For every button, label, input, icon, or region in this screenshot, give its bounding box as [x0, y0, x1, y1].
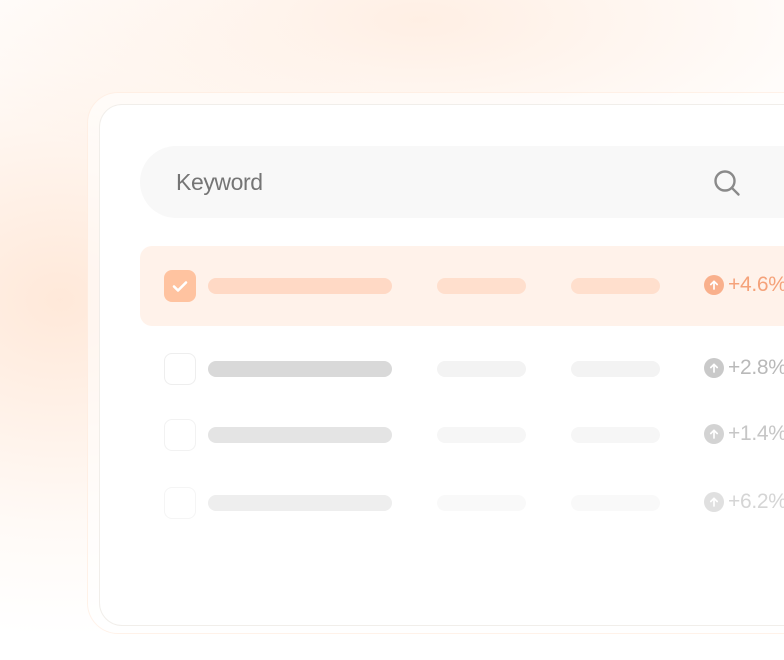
metric-placeholder [571, 495, 660, 511]
search-icon[interactable] [712, 168, 742, 198]
keyword-name-placeholder [208, 361, 392, 377]
keyword-name-placeholder [208, 495, 392, 511]
keyword-row[interactable]: +6.2% [140, 463, 784, 543]
row-checkbox-checked[interactable] [164, 270, 196, 302]
arrow-up-icon [704, 275, 724, 295]
keyword-name-placeholder [208, 278, 392, 294]
row-checkbox[interactable] [164, 487, 196, 519]
metric-placeholder [437, 495, 526, 511]
arrow-up-icon [704, 492, 724, 512]
change-text: +2.8% [728, 356, 784, 379]
metric-placeholder [571, 361, 660, 377]
check-icon [172, 281, 188, 292]
metric-placeholder [437, 361, 526, 377]
change-value: +2.8% [704, 356, 784, 380]
keyword-name-placeholder [208, 427, 392, 443]
arrow-up-icon [704, 424, 724, 444]
row-checkbox[interactable] [164, 353, 196, 385]
change-value: +1.4% [704, 422, 784, 446]
metric-placeholder [437, 427, 526, 443]
keyword-row[interactable]: +4.6% [140, 246, 784, 326]
change-text: +1.4% [728, 422, 784, 445]
change-text: +6.2% [728, 490, 784, 513]
change-value: +6.2% [704, 490, 784, 514]
search-bar[interactable] [140, 146, 784, 218]
keyword-panel-stage: +4.6% +2.8% +1.4% [0, 0, 784, 660]
change-value: +4.6% [704, 273, 784, 297]
arrow-up-icon [704, 358, 724, 378]
search-input[interactable] [176, 146, 656, 218]
change-text: +4.6% [728, 273, 784, 296]
metric-placeholder [571, 427, 660, 443]
metric-placeholder [437, 278, 526, 294]
row-checkbox[interactable] [164, 419, 196, 451]
metric-placeholder [571, 278, 660, 294]
